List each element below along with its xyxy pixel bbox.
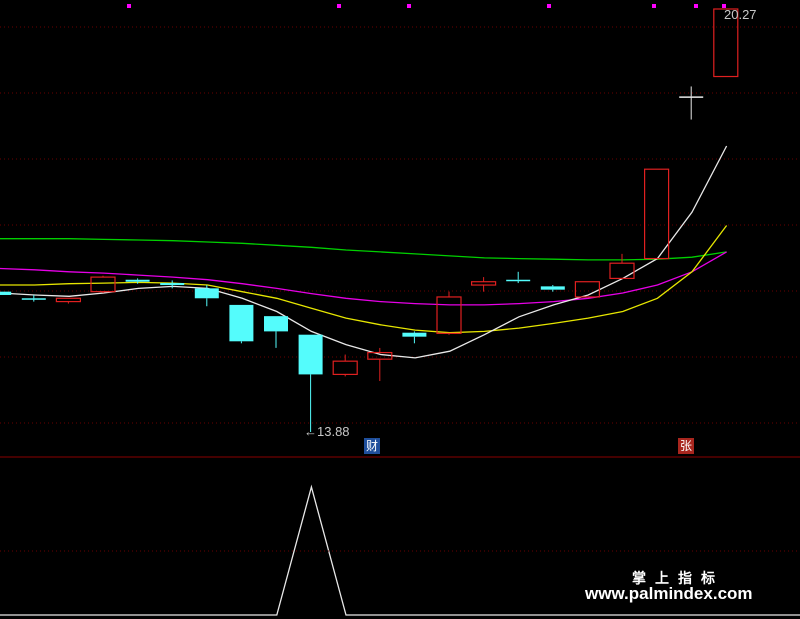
low-price-value: 13.88 [317, 424, 350, 439]
stock-chart-canvas[interactable] [0, 0, 800, 619]
candle-body [643, 168, 670, 260]
candle-body [679, 96, 704, 98]
candle-body [402, 332, 427, 337]
candle-body [264, 316, 288, 332]
candle-body [55, 297, 82, 303]
ma-short-line [0, 145, 728, 359]
candle-body [21, 298, 46, 300]
marker-dot [127, 4, 131, 8]
arrow-left-icon: ← [304, 424, 317, 439]
high-price-label: 20.27 [724, 7, 757, 22]
moving-average-lines [0, 145, 728, 359]
top-markers [127, 4, 726, 8]
candle-body [332, 360, 358, 376]
price-grid [0, 26, 800, 424]
marker-dot [547, 4, 551, 8]
candlesticks [0, 8, 739, 432]
ma-mid-line [0, 225, 728, 334]
candle-body [436, 296, 462, 334]
candle-body [298, 334, 323, 375]
candle-body [229, 304, 254, 342]
watermark-url: www.palmindex.com [585, 584, 753, 603]
low-price-label: ←13.88 [304, 424, 350, 439]
candle-body [0, 291, 12, 295]
marker-dot [407, 4, 411, 8]
candle-body [160, 283, 185, 286]
marker-dot [652, 4, 656, 8]
marker-dot [337, 4, 341, 8]
signal-badge-zhang: 张 [678, 438, 695, 454]
candle-body [125, 279, 150, 282]
candle-body [506, 279, 531, 282]
candle-body [471, 281, 497, 286]
candle-body [609, 262, 635, 280]
candle-body [194, 288, 219, 299]
ma-longest-line [0, 238, 727, 261]
marker-dot [694, 4, 698, 8]
signal-badge-cai: 财 [364, 438, 381, 454]
candle-body [540, 286, 565, 290]
candle-body [90, 276, 116, 293]
